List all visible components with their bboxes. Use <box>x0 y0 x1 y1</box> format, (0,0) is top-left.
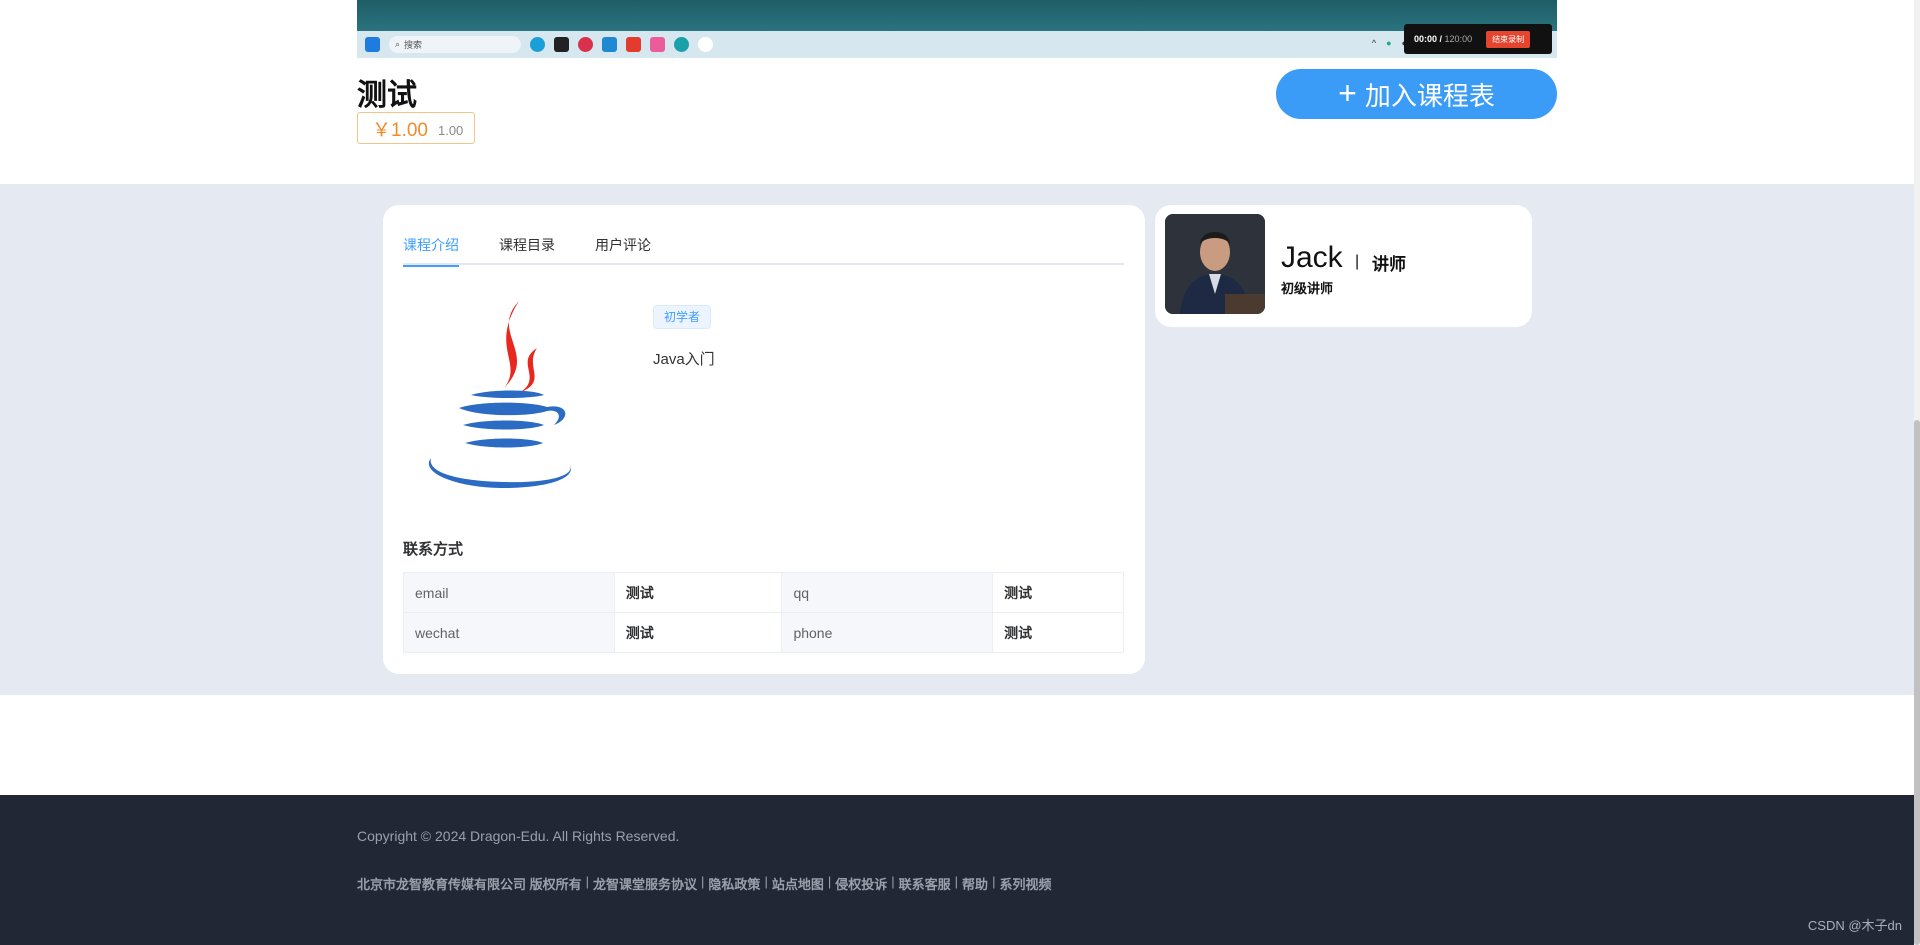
footer-link-sitemap[interactable]: 站点地图 <box>772 874 824 893</box>
app-red-icon <box>578 37 593 52</box>
course-tabs: 课程介绍 课程目录 用户评论 <box>403 225 1124 267</box>
search-icon: ⌕ <box>395 39 401 49</box>
vscode-icon <box>602 37 617 52</box>
contact-label-qq: qq <box>781 572 994 613</box>
recording-time-total: 120:00 <box>1444 34 1473 44</box>
tab-course-intro[interactable]: 课程介绍 <box>403 225 459 267</box>
course-description: Java入门 <box>653 351 715 368</box>
windows-start-icon <box>365 37 380 52</box>
footer-link-separator: | <box>827 874 832 889</box>
footer-link-series-videos[interactable]: 系列视频 <box>999 874 1051 893</box>
teacher-card[interactable]: Jack | 讲师 初级讲师 <box>1155 205 1532 327</box>
recording-time-current: 00:00 <box>1414 34 1438 44</box>
teacher-name-separator: | <box>1355 253 1360 270</box>
tab-user-reviews[interactable]: 用户评论 <box>595 225 651 265</box>
contact-table: email 测试 qq 测试 wechat 测试 phone 测试 <box>403 572 1124 653</box>
footer-link-privacy[interactable]: 隐私政策 <box>708 874 760 893</box>
table-row: wechat 测试 phone 测试 <box>403 612 1124 653</box>
footer-link-separator: | <box>891 874 895 889</box>
edge-icon <box>530 37 545 52</box>
scrollbar-thumb[interactable] <box>1914 420 1920 945</box>
chevron-up-icon: ^ <box>1371 38 1377 48</box>
video-player[interactable]: ⌕ 搜索 ^ ● ● 00:00 / 120:00 结束录制 <box>357 0 1557 58</box>
csdn-watermark: CSDN @木子dn <box>1807 918 1902 933</box>
page-scrollbar[interactable] <box>1914 0 1920 945</box>
taskbar-search: ⌕ 搜索 <box>389 36 521 53</box>
footer-link-support[interactable]: 联系客服 <box>899 874 951 893</box>
course-price: ￥1.00 <box>372 119 428 141</box>
contact-value-email: 测试 <box>613 572 783 613</box>
teacher-name: Jack <box>1281 241 1343 274</box>
join-course-label: 加入课程表 <box>1364 80 1495 111</box>
price-box: ￥1.00 1.00 <box>357 112 476 144</box>
footer-link-separator: | <box>585 874 590 889</box>
course-title: 测试 <box>357 79 417 112</box>
table-row: email 测试 qq 测试 <box>403 572 1124 613</box>
teacher-level: 初级讲师 <box>1281 281 1334 296</box>
course-detail-card: 课程介绍 课程目录 用户评论 初学者 Java入门 联系方式 email 测试 … <box>383 205 1145 674</box>
plus-icon: + <box>1338 74 1357 111</box>
copyright-text: Copyright © 2024 Dragon-Edu. All Rights … <box>357 828 680 844</box>
footer-link-infringement[interactable]: 侵权投诉 <box>835 874 887 893</box>
footer-link-service-agreement[interactable]: 龙智课堂服务协议 <box>593 874 697 893</box>
app-pink-icon <box>650 37 665 52</box>
teacher-photo-icon <box>1165 214 1265 314</box>
recording-indicator: 00:00 / 120:00 结束录制 <box>1404 24 1552 54</box>
original-price: 1.00 <box>437 122 464 138</box>
teacher-role: 讲师 <box>1372 255 1406 274</box>
contact-value-phone: 测试 <box>992 612 1124 653</box>
qq-icon <box>698 37 713 52</box>
tray-icons: ^ ● ● <box>1372 38 1407 48</box>
footer-link-company[interactable]: 北京市龙智教育传媒有限公司 版权所有 <box>357 874 582 893</box>
contact-label-phone: phone <box>781 612 994 653</box>
contact-label-email: email <box>403 572 615 613</box>
tray-app-icon: ● <box>1386 38 1392 48</box>
footer-links: 北京市龙智教育传媒有限公司 版权所有 | 龙智课堂服务协议 | 隐私政策 | 站… <box>357 874 1051 893</box>
stop-recording-button[interactable]: 结束录制 <box>1486 30 1531 48</box>
edge-dev-icon <box>674 37 689 52</box>
footer-link-separator: | <box>701 874 705 889</box>
footer-link-separator: | <box>992 874 996 889</box>
footer-link-separator: | <box>954 874 959 889</box>
join-course-button[interactable]: + 加入课程表 <box>1276 69 1557 119</box>
contact-value-wechat: 测试 <box>613 612 783 653</box>
footer: Copyright © 2024 Dragon-Edu. All Rights … <box>0 795 1914 945</box>
footer-link-help[interactable]: 帮助 <box>962 874 988 893</box>
video-taskbar: ⌕ 搜索 ^ ● ● 00:00 / 120:00 结束录制 <box>357 24 1557 58</box>
wps-icon <box>626 37 641 52</box>
idea-icon <box>554 37 569 52</box>
contact-label-wechat: wechat <box>403 612 615 653</box>
footer-link-separator: | <box>764 874 768 889</box>
contact-value-qq: 测试 <box>992 572 1124 613</box>
recording-time-separator: / <box>1437 34 1445 44</box>
teacher-avatar <box>1165 214 1265 314</box>
contact-title: 联系方式 <box>403 541 464 558</box>
level-tag: 初学者 <box>653 305 712 329</box>
tab-course-catalog[interactable]: 课程目录 <box>499 225 555 265</box>
java-logo-icon <box>428 301 571 489</box>
